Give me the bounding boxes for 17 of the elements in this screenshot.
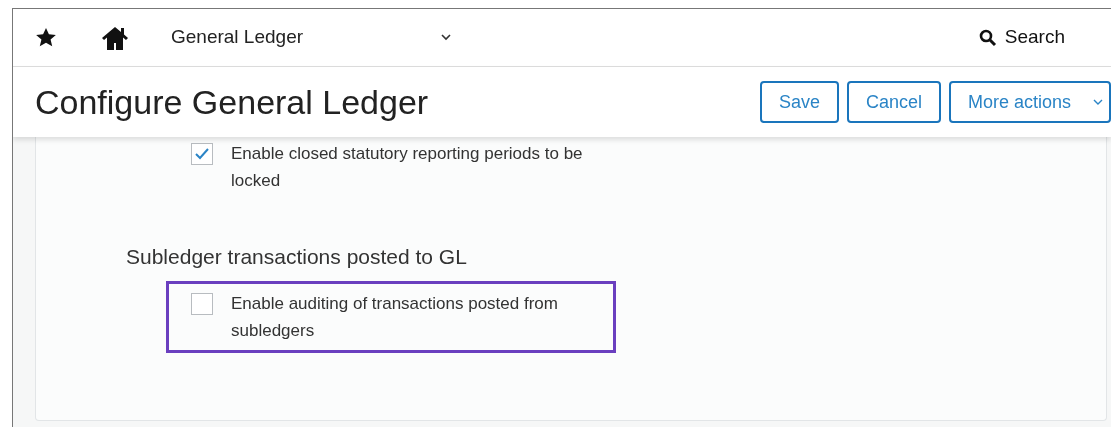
- page-title: Configure General Ledger: [35, 81, 429, 123]
- checkbox[interactable]: [191, 143, 213, 165]
- checkmark-icon: [195, 148, 209, 160]
- chevron-down-icon[interactable]: [441, 34, 451, 41]
- chevron-down-icon: [1093, 98, 1103, 106]
- checkbox[interactable]: [191, 292, 213, 315]
- checkbox-label: Enable closed statutory reporting periods to be locked: [231, 143, 584, 192]
- section-heading: Subledger transactions posted to GL: [126, 244, 468, 270]
- star-icon[interactable]: [35, 27, 57, 48]
- save-button[interactable]: Save: [759, 81, 839, 123]
- cancel-button[interactable]: Cancel: [846, 81, 941, 123]
- search-icon: [978, 28, 997, 47]
- checkbox-label: Enable auditing of transactions posted from subledgers: [231, 292, 559, 342]
- more-actions-dropdown[interactable]: More actions: [948, 81, 1111, 123]
- search-button[interactable]: Search: [978, 23, 1089, 52]
- module-name[interactable]: General Ledger: [171, 23, 441, 52]
- home-icon[interactable]: [101, 24, 129, 51]
